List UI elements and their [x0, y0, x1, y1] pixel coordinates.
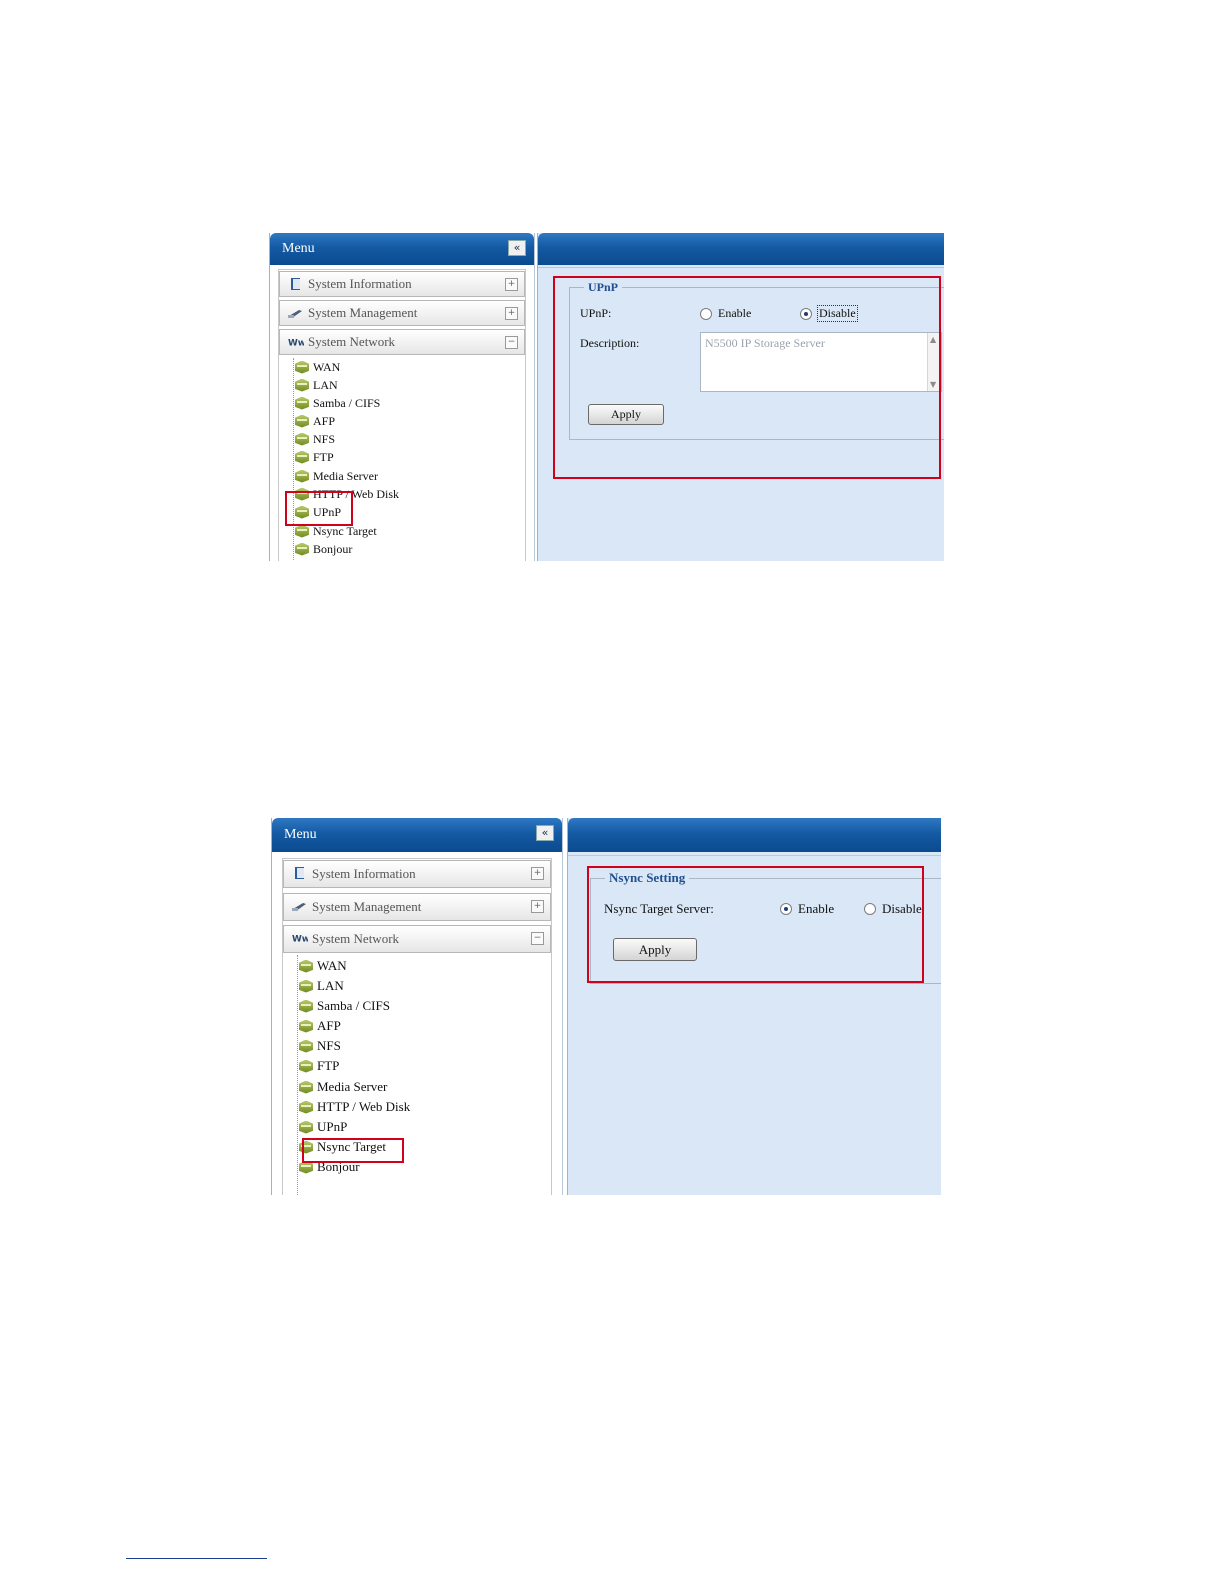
menu-header: Menu « [272, 818, 562, 852]
content-header [538, 233, 944, 265]
cube-icon [295, 414, 309, 428]
cube-icon [295, 378, 309, 392]
cube-icon [295, 469, 309, 483]
menu-item-samba-cifs[interactable]: Samba / CIFS [295, 395, 380, 411]
menu-item-label: Samba / CIFS [317, 998, 390, 1013]
menu-item-label: WAN [313, 359, 341, 374]
section-label: System Information [308, 276, 412, 291]
expand-icon[interactable]: + [531, 900, 544, 913]
tree-connector [297, 955, 298, 1195]
menu-item-bonjour[interactable]: Bonjour [295, 541, 352, 557]
menu-item-afp[interactable]: AFP [295, 413, 335, 429]
cube-icon [299, 1100, 313, 1114]
svg-text:Ww: Ww [288, 339, 304, 349]
highlight-nsync-menu-item [302, 1138, 404, 1163]
cube-icon [295, 432, 309, 446]
section-label: System Management [308, 305, 418, 320]
menu-item-label: AFP [313, 413, 336, 428]
cube-icon [295, 542, 309, 556]
cube-icon [299, 959, 313, 973]
menu-item-upnp[interactable]: UPnP [299, 1119, 347, 1135]
menu-item-label: LAN [313, 377, 338, 392]
menu-item-label: AFP [317, 1018, 341, 1033]
network-icon: Ww [292, 935, 308, 945]
menu-item-lan[interactable]: LAN [299, 978, 344, 994]
menu-title: Menu [282, 241, 315, 256]
section-system-management[interactable]: System Management + [283, 893, 551, 921]
menu-title: Menu [284, 827, 317, 842]
menu-item-ftp[interactable]: FTP [295, 449, 334, 465]
collapse-menu-button[interactable]: « [508, 240, 526, 256]
menu-header: Menu « [270, 233, 534, 265]
book-icon [291, 278, 300, 290]
menu-item-label: Media Server [317, 1079, 388, 1094]
menu-item-afp[interactable]: AFP [299, 1018, 341, 1034]
menu-item-label: NFS [313, 431, 336, 446]
section-label: System Information [312, 866, 416, 881]
cube-icon [299, 1039, 313, 1053]
expand-icon[interactable]: + [505, 278, 518, 291]
menu-item-ftp[interactable]: FTP [299, 1058, 339, 1074]
section-system-information[interactable]: System Information + [283, 860, 551, 888]
highlight-nsync-panel [587, 866, 924, 983]
menu-item-samba-cifs[interactable]: Samba / CIFS [299, 998, 390, 1014]
svg-text:Ww: Ww [292, 935, 308, 945]
cube-icon [295, 450, 309, 464]
book-icon [295, 867, 304, 879]
cube-icon [299, 979, 313, 993]
section-label: System Management [312, 899, 422, 914]
menu-item-label: LAN [317, 978, 344, 993]
menu-item-label: NFS [317, 1038, 341, 1053]
section-label: System Network [308, 334, 396, 349]
section-system-network[interactable]: Ww System Network − [283, 925, 551, 953]
content-header [568, 818, 941, 852]
network-icon: Ww [288, 339, 304, 349]
menu-item-label: UPnP [317, 1119, 348, 1134]
tree-connector [293, 358, 294, 561]
menu-item-lan[interactable]: LAN [295, 377, 338, 393]
menu-item-media-server[interactable]: Media Server [295, 468, 378, 484]
collapse-icon[interactable]: − [531, 932, 544, 945]
section-label: System Network [312, 931, 400, 946]
highlight-upnp-panel [553, 276, 941, 479]
menu-item-label: FTP [317, 1058, 340, 1073]
cube-icon [299, 999, 313, 1013]
footnote-separator [126, 1558, 267, 1559]
menu-item-label: FTP [313, 449, 334, 464]
menu-item-label: Media Server [313, 468, 378, 483]
menu-item-nfs[interactable]: NFS [299, 1038, 341, 1054]
cube-icon [299, 1059, 313, 1073]
cube-icon [299, 1019, 313, 1033]
wrench-icon [288, 310, 302, 318]
highlight-upnp-menu-item [285, 491, 353, 526]
menu-item-label: HTTP / Web Disk [317, 1099, 411, 1114]
collapse-menu-button[interactable]: « [536, 825, 554, 841]
menu-item-label: Bonjour [313, 541, 353, 556]
wrench-icon [292, 903, 306, 911]
section-system-information[interactable]: System Information + [279, 271, 525, 297]
menu-item-wan[interactable]: WAN [295, 359, 340, 375]
expand-icon[interactable]: + [531, 867, 544, 880]
menu-item-media-server[interactable]: Media Server [299, 1079, 387, 1095]
cube-icon [299, 1120, 313, 1134]
cube-icon [295, 360, 309, 374]
menu-item-http-web-disk[interactable]: HTTP / Web Disk [299, 1099, 410, 1115]
section-system-management[interactable]: System Management + [279, 300, 525, 326]
menu-item-label: Samba / CIFS [313, 395, 381, 410]
expand-icon[interactable]: + [505, 307, 518, 320]
collapse-icon[interactable]: − [505, 336, 518, 349]
cube-icon [295, 524, 309, 538]
menu-item-label: WAN [317, 958, 347, 973]
menu-item-wan[interactable]: WAN [299, 958, 347, 974]
section-system-network[interactable]: Ww System Network − [279, 329, 525, 355]
cube-icon [295, 396, 309, 410]
cube-icon [299, 1080, 313, 1094]
menu-item-nfs[interactable]: NFS [295, 431, 335, 447]
